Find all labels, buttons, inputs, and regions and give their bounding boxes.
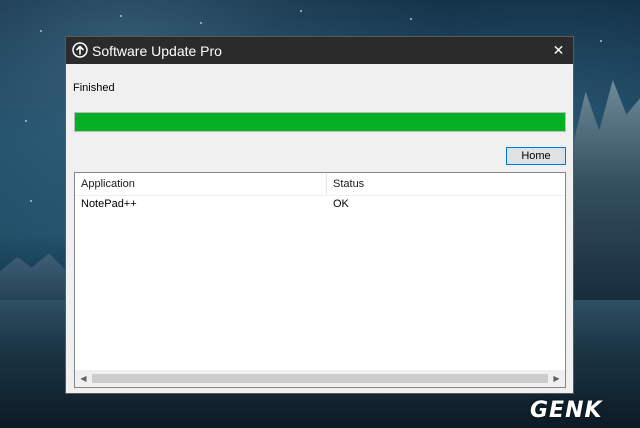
column-header-status[interactable]: Status: [327, 173, 565, 195]
scroll-thumb[interactable]: [92, 374, 548, 383]
window-title: Software Update Pro: [92, 43, 222, 59]
status-label: Finished: [73, 82, 115, 94]
software-update-window: Software Update Pro ✕ Finished Home Appl…: [65, 36, 574, 394]
progress-fill: [75, 113, 565, 131]
list-header: Application Status: [75, 173, 565, 196]
home-button[interactable]: Home: [506, 147, 566, 165]
cell-application: NotePad++: [81, 198, 137, 210]
close-button[interactable]: ✕: [544, 37, 573, 64]
genk-watermark: GENK: [530, 398, 603, 423]
table-row[interactable]: NotePad++ OK: [75, 195, 565, 213]
close-icon: ✕: [552, 42, 565, 58]
column-header-application[interactable]: Application: [75, 173, 327, 195]
results-list[interactable]: Application Status NotePad++ OK ◀ ▶: [74, 172, 566, 388]
update-icon: [72, 42, 88, 58]
mountain-right: [572, 80, 640, 310]
scroll-left-icon[interactable]: ◀: [75, 370, 92, 387]
progress-bar: [74, 112, 566, 132]
title-bar[interactable]: Software Update Pro ✕: [66, 37, 573, 64]
horizontal-scrollbar[interactable]: ◀ ▶: [75, 370, 565, 387]
scroll-right-icon[interactable]: ▶: [548, 370, 565, 387]
cell-status: OK: [333, 198, 349, 210]
